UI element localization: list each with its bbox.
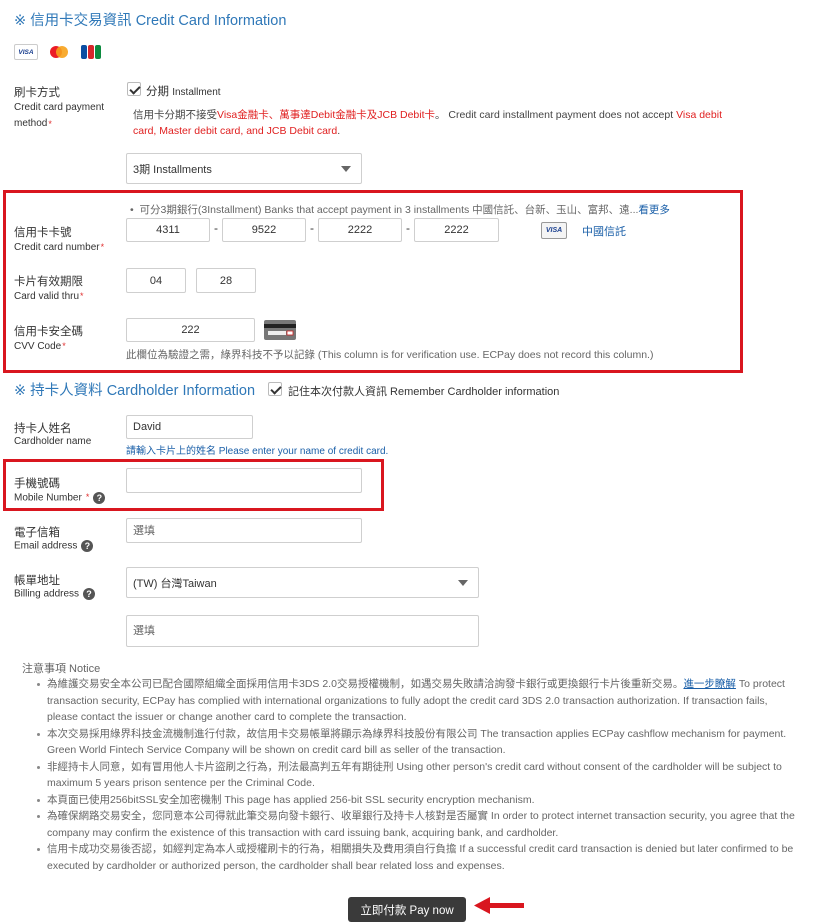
cardholder-name-input[interactable] (126, 415, 253, 439)
payment-method-label: 刷卡方式 (14, 87, 60, 99)
jcb-logo-icon (80, 44, 102, 60)
pay-now-button[interactable]: 立即付款 Pay now (348, 897, 466, 922)
cvv-note: 此欄位為驗證之需，綠界科技不予以記錄 (This column is for v… (126, 349, 654, 361)
remember-label: 記住本次付款人資訊 Remember Cardholder informatio… (288, 386, 560, 398)
visa-logo-icon: VISA (14, 44, 38, 60)
cvv-label: 信用卡安全碼 (14, 326, 83, 338)
card-back-cvv-icon (264, 320, 296, 340)
cardholder-name-label-en: Cardholder name (14, 436, 92, 447)
billing-address-label-en: Billing address? (14, 588, 96, 600)
email-input[interactable] (126, 518, 362, 543)
dash-separator: - (310, 221, 314, 235)
expiry-year-input[interactable] (196, 268, 256, 293)
installment-banks-note: • 可分3期銀行(3Installment) Banks that accept… (130, 204, 670, 216)
help-icon[interactable]: ? (93, 492, 106, 504)
expiry-month-input[interactable] (126, 268, 186, 293)
mastercard-logo-icon (47, 44, 71, 60)
notice-item: 非經持卡人同意，如有冒用他人卡片盜刷之行為，刑法最高判五年有期徒刑 Using … (23, 759, 799, 792)
installment-note: 信用卡分期不接受Visa金融卡、萬事達Debit金融卡及JCB Debit卡。 … (133, 109, 722, 137)
mobile-label: 手機號碼 (14, 478, 60, 490)
installment-checkbox[interactable] (127, 82, 141, 96)
card-number-label: 信用卡卡號 (14, 227, 72, 239)
notice-title: 注意事項 Notice (22, 663, 101, 675)
cardholder-name-label: 持卡人姓名 (14, 423, 72, 435)
help-icon[interactable]: ? (81, 540, 94, 552)
notice-item: 為維護交易安全本公司已配合國際組織全面採用信用卡3DS 2.0交易授權機制，如遇… (23, 676, 799, 726)
installment-option-label: 分期 Installment (146, 86, 221, 98)
email-label: 電子信箱 (14, 527, 60, 539)
chevron-down-icon (341, 165, 351, 172)
card-number-part-2[interactable] (222, 218, 306, 242)
cardholder-name-hint: 請輸入卡片上的姓名 Please enter your name of cred… (126, 446, 389, 457)
issuing-bank-name: 中國信託 (582, 226, 626, 238)
learn-more-link[interactable]: 進一步瞭解 (683, 678, 736, 690)
mobile-label-en: Mobile Number *? (14, 492, 106, 504)
notice-item: 本頁面已使用256bitSSL安全加密機制 This page has appl… (23, 792, 799, 809)
remember-checkbox[interactable] (268, 382, 282, 396)
valid-thru-label: 卡片有效期限 (14, 276, 83, 288)
mobile-input[interactable] (126, 468, 362, 493)
visa-brand-icon: VISA (541, 222, 567, 239)
notice-item: 本次交易採用綠界科技金流機制進行付款，故信用卡交易帳單將顯示為綠界科技股份有限公… (23, 726, 799, 759)
help-icon[interactable]: ? (83, 588, 96, 600)
card-number-part-1[interactable] (126, 218, 210, 242)
billing-address-input[interactable] (126, 615, 479, 647)
valid-thru-label-en: Card valid thru* (14, 291, 84, 302)
dash-separator: - (214, 221, 218, 235)
credit-card-section-title: ※ 信用卡交易資訊 Credit Card Information (14, 13, 287, 29)
country-select[interactable]: (TW) 台灣Taiwan (126, 567, 479, 598)
card-number-part-3[interactable] (318, 218, 402, 242)
cardholder-section-title: ※ 持卡人資料 Cardholder Information (14, 383, 256, 399)
billing-address-label: 帳單地址 (14, 575, 60, 587)
installment-select[interactable]: 3期 Installments (126, 153, 362, 184)
cvv-input[interactable] (126, 318, 255, 342)
email-label-en: Email address? (14, 540, 94, 552)
arrow-left-icon (474, 897, 526, 915)
see-more-link[interactable]: 看更多 (638, 204, 670, 216)
dash-separator: - (406, 221, 410, 235)
chevron-down-icon (458, 579, 468, 586)
notice-item: 為確保網路交易安全，您同意本公司得就此筆交易向發卡銀行、收單銀行及持卡人核對是否… (23, 808, 799, 841)
card-number-part-4[interactable] (414, 218, 499, 242)
cvv-label-en: CVV Code* (14, 341, 66, 352)
notice-item: 信用卡成功交易後否認，如經判定為本人或授權刷卡的行為，相關損失及費用須自行負擔 … (23, 841, 799, 874)
card-number-label-en: Credit card number* (14, 242, 105, 253)
notice-list: 為維護交易安全本公司已配合國際組織全面採用信用卡3DS 2.0交易授權機制，如遇… (23, 676, 799, 874)
payment-method-label-en: Credit card payment method* (14, 102, 105, 129)
